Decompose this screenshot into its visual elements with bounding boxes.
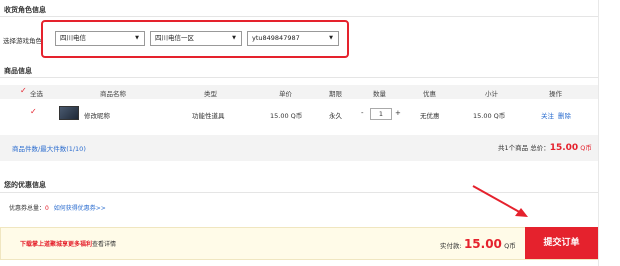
product-price: 15.00 Q币 <box>270 112 303 120</box>
pay-amount: 15.00 <box>463 237 502 251</box>
pay-label: 实付款: <box>440 242 462 250</box>
coupon-count-label: 优惠券总量： <box>9 205 46 212</box>
submit-order-button[interactable]: 提交订单 <box>525 227 598 259</box>
product-type: 功能性道具 <box>192 112 225 120</box>
product-discount: 无优惠 <box>420 112 440 120</box>
goods-total-amount: 15.00 <box>549 143 579 153</box>
highlight-box <box>41 20 349 58</box>
col-discount: 优惠 <box>423 90 436 98</box>
divider <box>0 77 598 78</box>
product-name[interactable]: 修改昵称 <box>84 110 110 120</box>
row-checkbox-icon[interactable]: ✓ <box>30 107 37 116</box>
goods-count-link[interactable]: 商品件数/最大件数(1/10) <box>12 143 86 153</box>
col-subtotal: 小计 <box>485 90 498 98</box>
goods-section-title: 商品信息 <box>4 67 32 75</box>
col-period: 期限 <box>329 90 342 98</box>
col-price: 单价 <box>279 90 292 98</box>
quantity-input[interactable]: 1 <box>370 108 392 120</box>
divider <box>0 16 598 17</box>
arrow-annotation-icon <box>472 185 528 217</box>
follow-link[interactable]: 关注 <box>541 110 554 120</box>
delete-link[interactable]: 删除 <box>558 110 571 120</box>
app-promo[interactable]: 下载掌上道聚城享更多福利查看详情 <box>20 239 116 248</box>
product-period: 永久 <box>329 112 342 120</box>
coupon-section-title: 您的优惠信息 <box>4 181 46 189</box>
product-thumbnail <box>59 106 79 120</box>
coupon-info: 优惠券总量：0 如何获得优惠券>> <box>9 203 106 212</box>
goods-total-unit: Q币 <box>580 144 592 152</box>
col-type: 类型 <box>204 90 217 98</box>
checkmark-icon[interactable]: ✓ <box>20 86 27 95</box>
col-name: 商品名称 <box>100 90 126 98</box>
qty-plus-button[interactable]: + <box>395 109 401 117</box>
pay-total: 实付款: 15.00 Q币 <box>440 237 516 251</box>
coupon-help-link[interactable]: 如何获得优惠券>> <box>54 205 106 212</box>
col-qty: 数量 <box>373 90 386 98</box>
col-actions: 操作 <box>549 90 562 98</box>
goods-total: 共1个商品 总价：15.00 Q币 <box>498 142 592 153</box>
coupon-count-value: 0 <box>45 205 49 212</box>
scrollbar[interactable] <box>598 0 620 266</box>
product-subtotal: 15.00 Q币 <box>473 112 506 120</box>
table-header <box>0 85 598 99</box>
pay-unit: Q币 <box>504 242 516 250</box>
promo-bold: 享更多福利 <box>62 241 93 248</box>
role-section-title: 收货角色信息 <box>4 6 46 14</box>
promo-prefix: 下载掌上道聚城 <box>20 241 63 248</box>
goods-total-label: 共1个商品 总价： <box>498 144 550 152</box>
promo-details-link[interactable]: 查看详情 <box>92 241 116 248</box>
qty-minus-button[interactable]: - <box>361 109 364 117</box>
select-all-label[interactable]: 全选 <box>30 88 43 98</box>
role-select-label: 选择游戏角色 <box>3 37 42 45</box>
